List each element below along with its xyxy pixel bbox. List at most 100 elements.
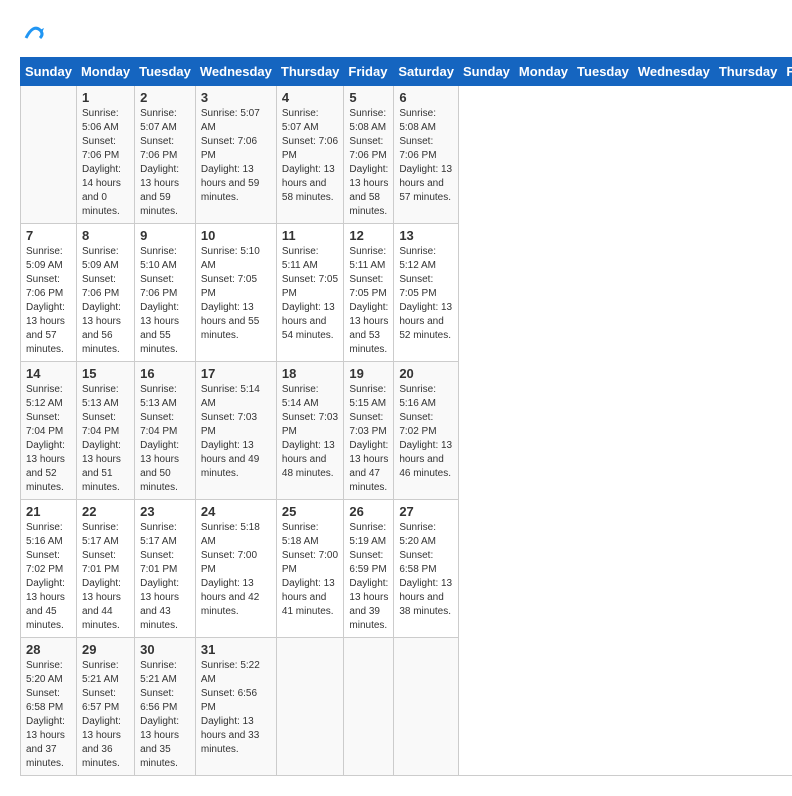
calendar-header-row: SundayMondayTuesdayWednesdayThursdayFrid… — [21, 58, 792, 86]
day-number: 24 — [201, 504, 271, 519]
calendar-cell: 12Sunrise: 5:11 AMSunset: 7:05 PMDayligh… — [344, 224, 394, 362]
day-info: Sunrise: 5:10 AMSunset: 7:06 PMDaylight:… — [140, 245, 190, 357]
day-number: 22 — [82, 504, 129, 519]
calendar-cell — [394, 638, 459, 776]
day-number: 23 — [140, 504, 190, 519]
day-number: 15 — [82, 366, 129, 381]
day-number: 14 — [26, 366, 71, 381]
day-number: 25 — [282, 504, 339, 519]
day-number: 19 — [349, 366, 388, 381]
day-number: 1 — [82, 90, 129, 105]
day-info: Sunrise: 5:12 AMSunset: 7:05 PMDaylight:… — [399, 245, 453, 343]
day-number: 9 — [140, 228, 190, 243]
col-header-friday: Friday — [782, 58, 792, 86]
day-info: Sunrise: 5:13 AMSunset: 7:04 PMDaylight:… — [140, 383, 190, 495]
col-header-sunday: Sunday — [458, 58, 514, 86]
day-number: 29 — [82, 642, 129, 657]
calendar-cell: 6Sunrise: 5:08 AMSunset: 7:06 PMDaylight… — [394, 86, 459, 224]
col-header-monday: Monday — [514, 58, 572, 86]
calendar-cell: 24 Sunrise: 5:18 AMSunset: 7:00 PMDayligh… — [195, 500, 276, 638]
day-info: Sunrise: 5:07 AMSunset: 7:06 PMDaylight:… — [282, 107, 339, 205]
day-number: 18 — [282, 366, 339, 381]
col-header-thursday: Thursday — [714, 58, 782, 86]
day-number: 26 — [349, 504, 388, 519]
calendar-cell: 21Sunrise: 5:16 AMSunset: 7:02 PMDayligh… — [21, 500, 77, 638]
calendar-cell: 9 Sunrise: 5:10 AMSunset: 7:06 PMDaylight… — [135, 224, 196, 362]
day-info: Sunrise: 5:22 AMSunset: 6:56 PMDaylight:… — [201, 659, 271, 757]
day-info: Sunrise: 5:14 AMSunset: 7:03 PMDaylight:… — [282, 383, 339, 481]
col-header-wednesday: Wednesday — [633, 58, 714, 86]
header-monday: Monday — [76, 58, 134, 86]
day-number: 3 — [201, 90, 271, 105]
col-header-tuesday: Tuesday — [573, 58, 634, 86]
day-info: Sunrise: 5:16 AMSunset: 7:02 PMDaylight:… — [26, 521, 71, 633]
day-info: Sunrise: 5:07 AMSunset: 7:06 PMDaylight:… — [201, 107, 271, 205]
calendar-cell: 16Sunrise: 5:13 AMSunset: 7:04 PMDayligh… — [135, 362, 196, 500]
calendar-cell: 25Sunrise: 5:18 AMSunset: 7:00 PMDayligh… — [276, 500, 344, 638]
day-number: 27 — [399, 504, 453, 519]
calendar-cell: 31 Sunrise: 5:22 AMSunset: 6:56 PMDayligh… — [195, 638, 276, 776]
header-saturday: Saturday — [394, 58, 459, 86]
day-number: 28 — [26, 642, 71, 657]
day-info: Sunrise: 5:06 AMSunset: 7:06 PMDaylight:… — [82, 107, 129, 219]
header-wednesday: Wednesday — [195, 58, 276, 86]
calendar-cell: 23 Sunrise: 5:17 AMSunset: 7:01 PMDayligh… — [135, 500, 196, 638]
calendar-cell: 30 Sunrise: 5:21 AMSunset: 6:56 PMDayligh… — [135, 638, 196, 776]
calendar-cell: 1 Sunrise: 5:06 AMSunset: 7:06 PMDaylight… — [76, 86, 134, 224]
day-number: 17 — [201, 366, 271, 381]
calendar-cell: 15 Sunrise: 5:13 AMSunset: 7:04 PMDayligh… — [76, 362, 134, 500]
day-number: 11 — [282, 228, 339, 243]
logo-text — [20, 20, 44, 47]
calendar-cell — [344, 638, 394, 776]
calendar-cell: 5Sunrise: 5:08 AMSunset: 7:06 PMDaylight… — [344, 86, 394, 224]
calendar-week-5: 28 Sunrise: 5:20 AMSunset: 6:58 PMDayligh… — [21, 638, 792, 776]
calendar-cell: 7Sunrise: 5:09 AMSunset: 7:06 PMDaylight… — [21, 224, 77, 362]
calendar-cell: 28 Sunrise: 5:20 AMSunset: 6:58 PMDayligh… — [21, 638, 77, 776]
day-number: 30 — [140, 642, 190, 657]
day-info: Sunrise: 5:21 AMSunset: 6:57 PMDaylight:… — [82, 659, 129, 771]
calendar-cell: 29 Sunrise: 5:21 AMSunset: 6:57 PMDayligh… — [76, 638, 134, 776]
day-info: Sunrise: 5:17 AMSunset: 7:01 PMDaylight:… — [140, 521, 190, 633]
day-info: Sunrise: 5:16 AMSunset: 7:02 PMDaylight:… — [399, 383, 453, 481]
calendar-week-4: 21Sunrise: 5:16 AMSunset: 7:02 PMDayligh… — [21, 500, 792, 638]
day-info: Sunrise: 5:11 AMSunset: 7:05 PMDaylight:… — [349, 245, 388, 357]
day-number: 31 — [201, 642, 271, 657]
calendar-cell: 3 Sunrise: 5:07 AMSunset: 7:06 PMDaylight… — [195, 86, 276, 224]
calendar-cell: 4 Sunrise: 5:07 AMSunset: 7:06 PMDaylight… — [276, 86, 344, 224]
day-number: 5 — [349, 90, 388, 105]
day-number: 13 — [399, 228, 453, 243]
calendar-week-3: 14Sunrise: 5:12 AMSunset: 7:04 PMDayligh… — [21, 362, 792, 500]
header-friday: Friday — [344, 58, 394, 86]
header-tuesday: Tuesday — [135, 58, 196, 86]
day-number: 6 — [399, 90, 453, 105]
calendar-cell: 26 Sunrise: 5:19 AMSunset: 6:59 PMDayligh… — [344, 500, 394, 638]
day-info: Sunrise: 5:18 AMSunset: 7:00 PMDaylight:… — [201, 521, 271, 619]
logo-icon — [22, 20, 44, 42]
calendar-week-1: 1 Sunrise: 5:06 AMSunset: 7:06 PMDaylight… — [21, 86, 792, 224]
day-number: 20 — [399, 366, 453, 381]
calendar-week-2: 7Sunrise: 5:09 AMSunset: 7:06 PMDaylight… — [21, 224, 792, 362]
day-number: 10 — [201, 228, 271, 243]
calendar-cell — [21, 86, 77, 224]
day-info: Sunrise: 5:10 AMSunset: 7:05 PMDaylight:… — [201, 245, 271, 343]
day-info: Sunrise: 5:20 AMSunset: 6:58 PMDaylight:… — [26, 659, 71, 771]
day-info: Sunrise: 5:15 AMSunset: 7:03 PMDaylight:… — [349, 383, 388, 495]
calendar-cell: 22 Sunrise: 5:17 AMSunset: 7:01 PMDayligh… — [76, 500, 134, 638]
calendar-cell: 17Sunrise: 5:14 AMSunset: 7:03 PMDayligh… — [195, 362, 276, 500]
day-info: Sunrise: 5:13 AMSunset: 7:04 PMDaylight:… — [82, 383, 129, 495]
logo — [20, 20, 44, 47]
day-number: 7 — [26, 228, 71, 243]
calendar-cell: 27 Sunrise: 5:20 AMSunset: 6:58 PMDayligh… — [394, 500, 459, 638]
day-info: Sunrise: 5:11 AMSunset: 7:05 PMDaylight:… — [282, 245, 339, 343]
calendar-cell: 13 Sunrise: 5:12 AMSunset: 7:05 PMDayligh… — [394, 224, 459, 362]
day-info: Sunrise: 5:17 AMSunset: 7:01 PMDaylight:… — [82, 521, 129, 633]
calendar-cell: 11 Sunrise: 5:11 AMSunset: 7:05 PMDayligh… — [276, 224, 344, 362]
day-info: Sunrise: 5:19 AMSunset: 6:59 PMDaylight:… — [349, 521, 388, 633]
page-header — [20, 20, 772, 47]
calendar-cell — [276, 638, 344, 776]
calendar-cell: 10 Sunrise: 5:10 AMSunset: 7:05 PMDayligh… — [195, 224, 276, 362]
calendar-cell: 14Sunrise: 5:12 AMSunset: 7:04 PMDayligh… — [21, 362, 77, 500]
day-info: Sunrise: 5:21 AMSunset: 6:56 PMDaylight:… — [140, 659, 190, 771]
day-number: 4 — [282, 90, 339, 105]
day-info: Sunrise: 5:20 AMSunset: 6:58 PMDaylight:… — [399, 521, 453, 619]
